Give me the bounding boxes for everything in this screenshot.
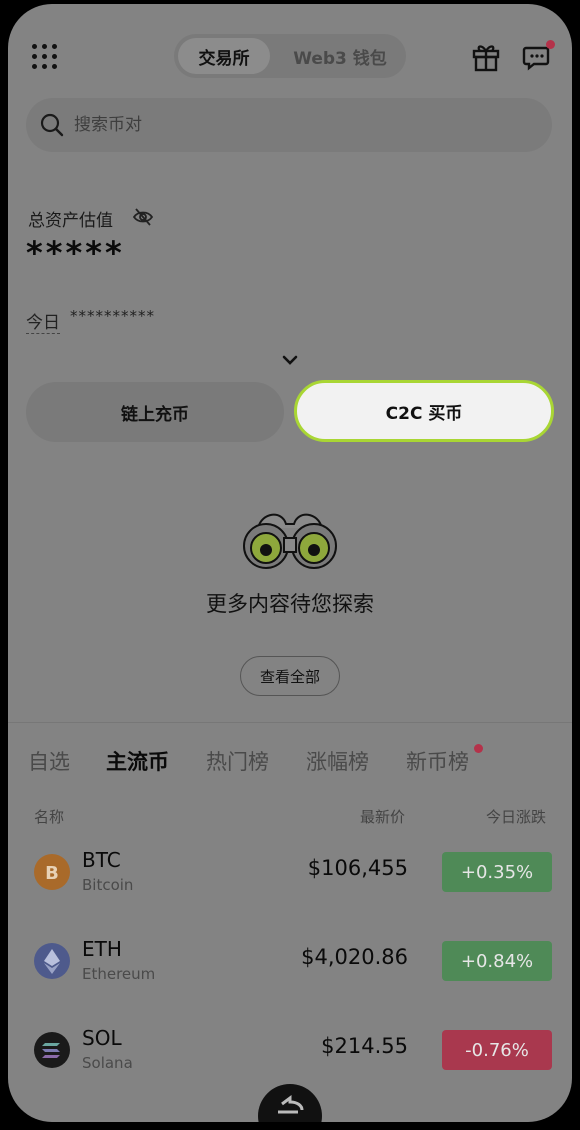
bitcoin-icon: B xyxy=(34,854,70,890)
total-assets-label: 总资产估值 xyxy=(28,211,113,231)
coin-symbol: BTC xyxy=(82,848,121,872)
change-badge[interactable]: +0.35% xyxy=(442,852,552,892)
change-badge[interactable]: +0.84% xyxy=(442,941,552,981)
table-row[interactable]: B BTC Bitcoin $106,455 +0.35% xyxy=(8,842,572,902)
tab-hot-list[interactable]: 热门榜 xyxy=(206,746,269,776)
chevron-down-icon[interactable] xyxy=(280,352,300,371)
coin-name: Bitcoin xyxy=(82,876,134,894)
tab-favorites[interactable]: 自选 xyxy=(28,746,70,776)
total-assets-value: ***** xyxy=(26,234,125,272)
column-name[interactable]: 名称 xyxy=(34,806,64,827)
view-all-button[interactable]: 查看全部 xyxy=(240,656,340,696)
table-row[interactable]: ETH Ethereum $4,020.86 +0.84% xyxy=(8,931,572,991)
coin-price: $214.55 xyxy=(321,1034,408,1058)
tab-exchange[interactable]: 交易所 xyxy=(178,38,270,74)
today-pnl-label[interactable]: 今日 xyxy=(26,308,60,334)
empty-state-message: 更多内容待您探索 xyxy=(206,592,374,616)
column-change[interactable]: 今日涨跌 xyxy=(486,806,546,827)
table-row[interactable]: SOL Solana $214.55 -0.76% xyxy=(8,1020,572,1080)
tab-gainers[interactable]: 涨幅榜 xyxy=(306,746,369,776)
hide-balance-icon[interactable] xyxy=(132,206,154,232)
column-price[interactable]: 最新价 xyxy=(360,806,405,827)
tab-major-coins[interactable]: 主流币 xyxy=(106,746,169,776)
search-input[interactable] xyxy=(74,108,524,142)
section-divider xyxy=(8,722,572,723)
c2c-buy-button[interactable]: C2C 买币 xyxy=(294,380,554,442)
tab-web3-wallet[interactable]: Web3 钱包 xyxy=(278,38,402,74)
mode-switcher: 交易所 Web3 钱包 xyxy=(174,34,406,78)
message-icon[interactable] xyxy=(522,40,555,72)
coin-price: $4,020.86 xyxy=(301,945,408,969)
search-bar[interactable] xyxy=(26,98,552,152)
coin-symbol: SOL xyxy=(82,1026,122,1050)
coin-name: Solana xyxy=(82,1054,133,1072)
binoculars-icon xyxy=(238,508,342,574)
swap-fab[interactable] xyxy=(258,1084,322,1122)
notification-dot xyxy=(546,40,555,49)
onchain-deposit-button[interactable]: 链上充币 xyxy=(26,382,284,442)
new-listings-dot xyxy=(474,744,483,753)
swap-icon xyxy=(278,1095,304,1114)
tab-new-listings[interactable]: 新币榜 xyxy=(406,746,469,776)
coin-symbol: ETH xyxy=(82,937,122,961)
apps-grid-icon[interactable] xyxy=(32,44,58,70)
gift-icon[interactable] xyxy=(472,42,500,72)
solana-icon xyxy=(34,1032,70,1068)
today-pnl-value: ********** xyxy=(70,307,155,325)
change-badge[interactable]: -0.76% xyxy=(442,1030,552,1070)
app-screen: 交易所 Web3 钱包 总资产估值 xyxy=(8,4,572,1122)
search-icon xyxy=(40,113,64,137)
ethereum-icon xyxy=(34,943,70,979)
svg-text:B: B xyxy=(45,863,59,884)
coin-price: $106,455 xyxy=(307,856,408,880)
coin-name: Ethereum xyxy=(82,965,156,983)
